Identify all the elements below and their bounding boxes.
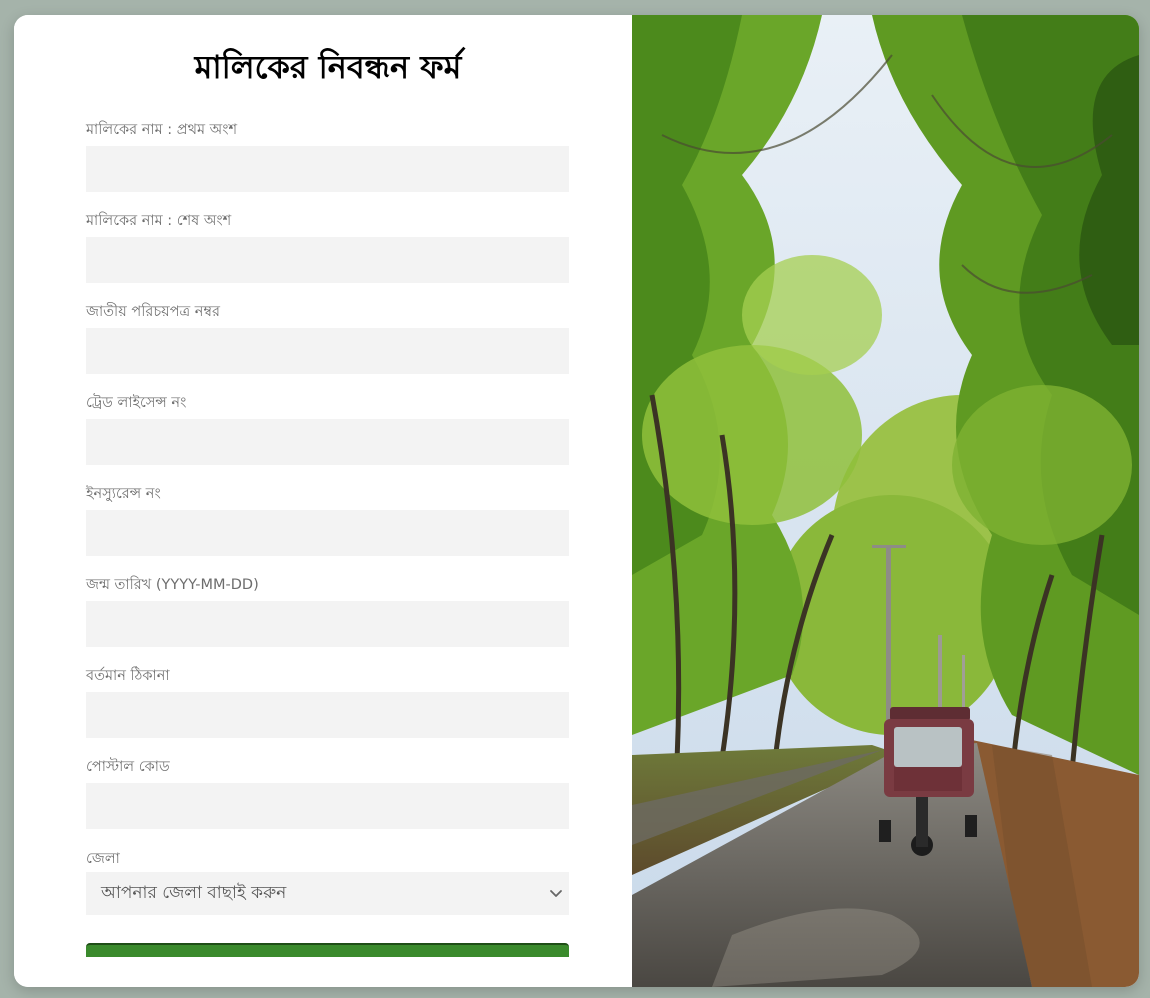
trade-license-label: ট্রেড লাইসেন্স নং <box>86 395 187 411</box>
birth-date-input[interactable] <box>86 601 569 647</box>
birth-date-label: জন্ম তারিখ (YYYY-MM-DD) <box>86 577 259 593</box>
owner-last-name-label: মালিকের নাম : শেষ অংশ <box>86 213 232 229</box>
owner-first-name-field: মালিকের নাম : প্রথম অংশ <box>86 120 569 192</box>
district-select[interactable]: আপনার জেলা বাছাই করুন <box>86 872 569 915</box>
registration-card: মালিকের নিবন্ধন ফর্ম মালিকের নাম : প্রথম… <box>14 15 1139 987</box>
trade-license-field: ট্রেড লাইসেন্স নং <box>86 393 569 465</box>
postal-code-input[interactable] <box>86 783 569 829</box>
nid-number-input[interactable] <box>86 328 569 374</box>
insurance-number-label: ইনস্যুরেন্স নং <box>86 486 161 502</box>
owner-last-name-field: মালিকের নাম : শেষ অংশ <box>86 211 569 283</box>
owner-first-name-input[interactable] <box>86 146 569 192</box>
form-title: মালিকের নিবন্ধন ফর্ম <box>194 48 462 86</box>
postal-code-label: পোস্টাল কোড <box>86 759 170 775</box>
owner-last-name-input[interactable] <box>86 237 569 283</box>
postal-code-field: পোস্টাল কোড <box>86 757 569 829</box>
submit-button[interactable] <box>86 943 569 957</box>
district-field: জেলা আপনার জেলা বাছাই করুন <box>86 849 569 915</box>
road-photo-illustration <box>632 15 1139 987</box>
nid-number-label: জাতীয় পরিচয়পত্র নম্বর <box>86 304 220 320</box>
chevron-down-icon <box>550 890 562 897</box>
current-address-input[interactable] <box>86 692 569 738</box>
insurance-number-input[interactable] <box>86 510 569 556</box>
nid-number-field: জাতীয় পরিচয়পত্র নম্বর <box>86 302 569 374</box>
current-address-label: বর্তমান ঠিকানা <box>86 668 170 684</box>
birth-date-field: জন্ম তারিখ (YYYY-MM-DD) <box>86 575 569 647</box>
insurance-number-field: ইনস্যুরেন্স নং <box>86 484 569 556</box>
form-pane: মালিকের নিবন্ধন ফর্ম মালিকের নাম : প্রথম… <box>14 15 632 987</box>
owner-first-name-label: মালিকের নাম : প্রথম অংশ <box>86 122 238 138</box>
current-address-field: বর্তমান ঠিকানা <box>86 666 569 738</box>
district-label: জেলা <box>86 851 120 867</box>
road-photo <box>632 15 1139 987</box>
trade-license-input[interactable] <box>86 419 569 465</box>
district-select-value: আপনার জেলা বাছাই করুন <box>101 883 287 903</box>
